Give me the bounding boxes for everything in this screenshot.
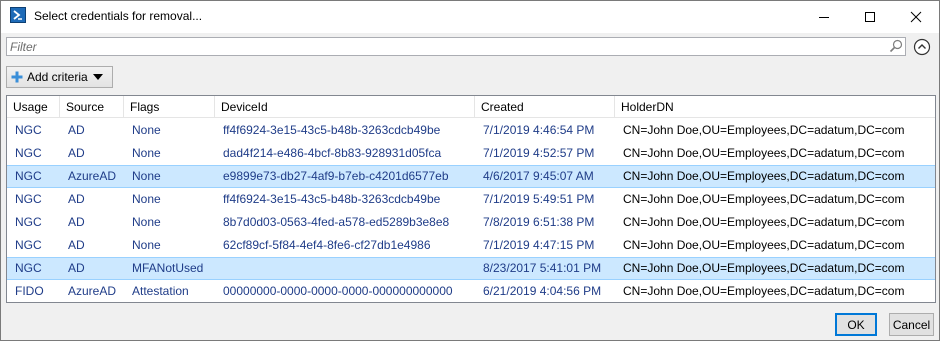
cell-holderdn: CN=John Doe,OU=Employees,DC=adatum,DC=co… <box>623 192 905 206</box>
cell-created: 7/8/2019 6:51:38 PM <box>483 215 595 229</box>
cell-created: 4/6/2017 9:45:07 AM <box>483 169 594 183</box>
cell-holderdn: CN=John Doe,OU=Employees,DC=adatum,DC=co… <box>623 238 905 252</box>
table-row[interactable]: NGC AD None 8b7d0d03-0563-4fed-a578-ed5289b… <box>7 211 935 234</box>
cell-created: 8/23/2017 5:41:01 PM <box>483 261 602 275</box>
close-button[interactable] <box>893 1 939 33</box>
cell-source: AD <box>68 238 85 252</box>
cell-created: 7/1/2019 4:52:57 PM <box>483 146 595 160</box>
cell-flags: None <box>132 238 161 252</box>
cell-created: 7/1/2019 4:46:54 PM <box>483 123 595 137</box>
cell-flags: Attestation <box>132 284 189 298</box>
cell-created: 7/1/2019 5:49:51 PM <box>483 192 595 206</box>
cell-deviceid: 00000000-0000-0000-0000-000000000000 <box>223 284 453 298</box>
credentials-grid: Usage Source Flags DeviceId Created Hold… <box>6 95 936 303</box>
cell-deviceid: dad4f214-e486-4bcf-8b83-928931d05fca <box>223 146 442 160</box>
cell-usage: NGC <box>15 146 42 160</box>
cell-usage: NGC <box>15 169 42 183</box>
cell-usage: FIDO <box>15 284 44 298</box>
cell-holderdn: CN=John Doe,OU=Employees,DC=adatum,DC=co… <box>623 261 905 275</box>
column-header-source[interactable]: Source <box>60 96 124 118</box>
search-icon[interactable] <box>889 39 903 53</box>
cell-flags: None <box>132 123 161 137</box>
cell-deviceid: ff4f6924-3e15-43c5-b48b-3263cdcb49be <box>223 192 441 206</box>
powershell-icon <box>10 7 26 23</box>
table-row[interactable]: NGC AD None 62cf89cf-5f84-4ef4-8fe6-cf27db1… <box>7 234 935 257</box>
column-header-deviceid[interactable]: DeviceId <box>215 96 475 118</box>
table-row[interactable]: NGC AzureAD None e9899e73-db27-4af9-b7eb-c4… <box>7 165 935 188</box>
cell-flags: MFANotUsed <box>132 261 204 275</box>
cell-source: AD <box>68 146 85 160</box>
cell-usage: NGC <box>15 192 42 206</box>
maximize-button[interactable] <box>847 1 893 33</box>
title-bar: Select credentials for removal... <box>1 1 939 33</box>
table-row[interactable]: NGC AD None ff4f6924-3e15-43c5-b48b-3263cdc… <box>7 119 935 142</box>
add-criteria-label: Add criteria <box>27 70 88 84</box>
maximize-icon <box>865 12 875 22</box>
cell-source: AD <box>68 123 85 137</box>
cell-usage: NGC <box>15 123 42 137</box>
close-icon <box>910 11 922 23</box>
cell-flags: None <box>132 215 161 229</box>
column-header-holderdn[interactable]: HolderDN <box>615 96 935 118</box>
table-row[interactable]: FIDO AzureAD Attestation 00000000-0000-0000… <box>7 280 935 302</box>
column-header-created[interactable]: Created <box>475 96 615 118</box>
cell-created: 6/21/2019 4:04:56 PM <box>483 284 602 298</box>
cell-holderdn: CN=John Doe,OU=Employees,DC=adatum,DC=co… <box>623 215 905 229</box>
cell-holderdn: CN=John Doe,OU=Employees,DC=adatum,DC=co… <box>623 146 905 160</box>
minimize-icon <box>819 17 829 18</box>
chevron-up-circle-icon[interactable] <box>913 38 931 56</box>
cell-usage: NGC <box>15 215 42 229</box>
column-header-usage[interactable]: Usage <box>7 96 60 118</box>
ok-button[interactable]: OK <box>835 313 877 336</box>
plus-icon <box>11 71 23 83</box>
cell-holderdn: CN=John Doe,OU=Employees,DC=adatum,DC=co… <box>623 284 905 298</box>
cell-source: AD <box>68 261 85 275</box>
cell-deviceid <box>215 257 475 280</box>
cell-source: AD <box>68 215 85 229</box>
filter-bar <box>6 37 937 57</box>
cell-source: AzureAD <box>68 169 117 183</box>
grid-header: Usage Source Flags DeviceId Created Hold… <box>7 96 935 118</box>
cell-flags: None <box>132 169 161 183</box>
add-criteria-button[interactable]: Add criteria <box>6 66 113 88</box>
cell-deviceid: 8b7d0d03-0563-4fed-a578-ed5289b3e8e8 <box>223 215 450 229</box>
cell-created: 7/1/2019 4:47:15 PM <box>483 238 595 252</box>
table-row[interactable]: NGC AD None ff4f6924-3e15-43c5-b48b-3263cdc… <box>7 188 935 211</box>
cancel-button[interactable]: Cancel <box>889 313 934 336</box>
credential-selection-window: Select credentials for removal... Filter… <box>0 0 940 341</box>
window-title: Select credentials for removal... <box>34 9 203 23</box>
cell-deviceid: e9899e73-db27-4af9-b7eb-c4201d6577eb <box>223 169 449 183</box>
cell-flags: None <box>132 192 161 206</box>
cell-source: AD <box>68 192 85 206</box>
minimize-button[interactable] <box>801 1 847 33</box>
table-row[interactable]: NGC AD None dad4f214-e486-4bcf-8b83-928931d… <box>7 142 935 165</box>
cell-source: AzureAD <box>68 284 117 298</box>
cell-usage: NGC <box>15 238 42 252</box>
cell-usage: NGC <box>15 261 42 275</box>
cell-flags: None <box>132 146 161 160</box>
table-row[interactable]: NGC AD MFANotUsed 8/23/2017 5:41:01 PM CN=Jo… <box>7 257 935 280</box>
filter-input[interactable] <box>6 37 906 56</box>
cell-deviceid: ff4f6924-3e15-43c5-b48b-3263cdcb49be <box>223 123 441 137</box>
cell-deviceid: 62cf89cf-5f84-4ef4-8fe6-cf27db1e4986 <box>223 238 431 252</box>
column-header-flags[interactable]: Flags <box>124 96 215 118</box>
cell-holderdn: CN=John Doe,OU=Employees,DC=adatum,DC=co… <box>623 123 905 137</box>
cell-holderdn: CN=John Doe,OU=Employees,DC=adatum,DC=co… <box>623 169 905 183</box>
caret-down-icon <box>92 74 103 80</box>
